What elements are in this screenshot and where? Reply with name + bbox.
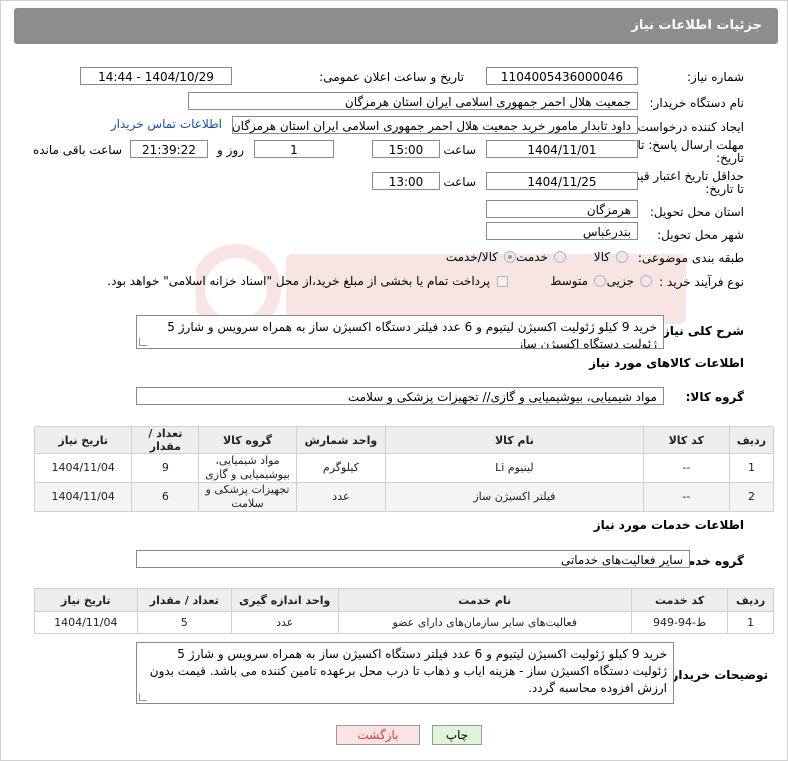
days-remaining-field[interactable]: 1 <box>254 140 334 158</box>
goods-cell: کیلوگرم <box>295 453 387 483</box>
services-col-row: ردیف <box>727 588 774 612</box>
treasury-payment-note: پرداخت تمام یا بخشی از مبلغ خرید،از محل … <box>107 274 490 288</box>
category-option-goods: کالا <box>593 250 610 264</box>
goods-cell: 6 <box>131 482 200 512</box>
treasury-payment-checkbox[interactable] <box>497 276 508 287</box>
goods-group-label: گروه کالا: <box>685 390 744 404</box>
table-row[interactable]: 1 -- لیتیوم Li کیلوگرم مواد شیمیایی، بیو… <box>33 453 775 483</box>
process-radio-minor[interactable] <box>640 275 652 287</box>
page-title: جزئیات اطلاعات نیاز <box>631 18 762 33</box>
category-radio-goods-service[interactable] <box>504 251 516 263</box>
goods-cell: -- <box>642 482 730 512</box>
city-label: شهر محل تحویل: <box>657 228 744 242</box>
description-text: خرید 9 کیلو ژئولیت اکسیژن لیتیوم و 6 عدد… <box>167 320 657 349</box>
category-label: طبقه بندی موضوعی: <box>637 251 744 265</box>
goods-col-date: تاریخ نیاز <box>33 426 133 454</box>
creator-field[interactable]: داود تابدار مامور خرید جمعیت هلال احمر ج… <box>232 116 638 134</box>
services-cell: ط-94-949 <box>630 611 729 634</box>
services-cell: 1 <box>727 611 774 634</box>
buyer-notes-text: خرید 9 کیلو ژئولیت اکسیژن لیتیوم و 6 عدد… <box>149 647 667 695</box>
city-field[interactable]: بندرعباس <box>486 222 638 240</box>
category-option-service: خدمت <box>516 250 548 264</box>
services-col-date: تاریخ نیاز <box>34 588 138 612</box>
goods-section-title: اطلاعات کالاهای مورد نیاز <box>589 356 744 370</box>
buyer-org-label: نام دستگاه خریدار: <box>649 96 745 110</box>
services-col-qty: تعداد / مقدار <box>136 588 232 612</box>
services-table-header: ردیف کد خدمت نام خدمت واحد اندازه گیری ت… <box>34 588 774 612</box>
resize-handle-icon[interactable] <box>139 693 147 701</box>
page-header: جزئیات اطلاعات نیاز <box>14 8 778 44</box>
goods-cell: تجهیزات پزشکی و سلامت <box>198 482 297 512</box>
services-col-unit: واحد اندازه گیری <box>230 588 339 612</box>
services-section-title: اطلاعات خدمات مورد نیاز <box>593 518 744 532</box>
back-button[interactable]: بازگشت <box>336 725 420 745</box>
days-label: روز و <box>217 143 244 157</box>
category-radio-goods[interactable] <box>616 251 628 263</box>
process-option-medium: متوسط <box>550 274 588 288</box>
goods-col-qty: تعداد / مقدار <box>131 426 200 454</box>
description-textarea[interactable]: خرید 9 کیلو ژئولیت اکسیژن لیتیوم و 6 عدد… <box>136 315 664 349</box>
need-number-field[interactable]: 1104005436000046 <box>486 67 638 85</box>
reply-date-field[interactable]: 1404/11/01 <box>486 140 638 158</box>
goods-col-unit: واحد شمارش <box>295 426 387 454</box>
goods-cell: 2 <box>728 482 775 512</box>
category-radio-service[interactable] <box>554 251 566 263</box>
goods-table: ردیف کد کالا نام کالا واحد شمارش گروه کا… <box>33 426 775 512</box>
validity-time-field[interactable]: 13:00 <box>372 172 440 190</box>
services-group-field[interactable]: سایر فعالیت‌های خدماتی <box>136 550 690 568</box>
services-col-code: کد خدمت <box>630 588 729 612</box>
announce-label: تاریخ و ساعت اعلان عمومی: <box>319 70 464 84</box>
goods-col-name: نام کالا <box>385 426 644 454</box>
price-validity-label-2: تا تاریخ: <box>705 182 744 196</box>
announce-field[interactable]: 1404/10/29 - 14:44 <box>80 67 232 85</box>
process-type-label: نوع فرآیند خرید : <box>659 275 744 289</box>
province-label: استان محل تحویل: <box>649 205 744 219</box>
services-cell: 1404/11/04 <box>34 611 138 634</box>
description-label: شرح کلی نیاز: <box>658 324 744 338</box>
process-option-minor: جزیی <box>606 274 634 288</box>
goods-col-code: کد کالا <box>642 426 730 454</box>
need-number-label: شماره نیاز: <box>687 70 744 84</box>
goods-cell: مواد شیمیایی، بیوشیمیایی و گازی <box>198 453 297 483</box>
reply-deadline-label: مهلت ارسال پاسخ: تا <box>637 138 744 152</box>
print-button[interactable]: چاپ <box>432 725 482 745</box>
remaining-time-label: ساعت باقی مانده <box>32 143 122 157</box>
services-cell: عدد <box>230 611 339 634</box>
table-row[interactable]: 2 -- فیلتر اکسیژن ساز عدد تجهیزات پزشکی … <box>33 482 775 512</box>
services-cell: فعالیت‌های سایر سازمان‌های دارای عضو <box>337 611 632 634</box>
goods-cell: عدد <box>295 482 387 512</box>
process-radio-medium[interactable] <box>594 275 606 287</box>
services-col-name: نام خدمت <box>337 588 632 612</box>
services-cell: 5 <box>136 611 232 634</box>
goods-cell: 1404/11/04 <box>33 482 133 512</box>
category-option-goods-service: کالا/خدمت <box>445 250 498 264</box>
creator-label: ایجاد کننده درخواست: <box>633 120 744 134</box>
buyer-notes-textarea[interactable]: خرید 9 کیلو ژئولیت اکسیژن لیتیوم و 6 عدد… <box>136 642 674 704</box>
goods-cell: 1 <box>728 453 775 483</box>
table-row[interactable]: 1 ط-94-949 فعالیت‌های سایر سازمان‌های دا… <box>34 611 774 634</box>
reply-time-label: ساعت <box>443 143 476 157</box>
reply-time-field[interactable]: 15:00 <box>372 140 440 158</box>
goods-cell: لیتیوم Li <box>385 453 644 483</box>
goods-cell: فیلتر اکسیژن ساز <box>385 482 644 512</box>
goods-group-field[interactable]: مواد شیمیایی، بیوشیمیایی و گازی// تجهیزا… <box>136 387 664 405</box>
remaining-time-field[interactable]: 21:39:22 <box>130 140 208 158</box>
buyer-org-field[interactable]: جمعیت هلال احمر جمهوری اسلامی ایران استا… <box>188 92 638 110</box>
goods-cell: -- <box>642 453 730 483</box>
goods-col-row: ردیف <box>728 426 775 454</box>
goods-col-group: گروه کالا <box>198 426 297 454</box>
reply-deadline-label-2: تاریخ: <box>716 151 744 165</box>
buyer-contact-link[interactable]: اطلاعات تماس خریدار <box>111 117 222 131</box>
goods-table-header: ردیف کد کالا نام کالا واحد شمارش گروه کا… <box>33 426 775 454</box>
buyer-notes-label: توضیحات خریدار: <box>666 668 768 682</box>
goods-cell: 9 <box>131 453 200 483</box>
validity-date-field[interactable]: 1404/11/25 <box>486 172 638 190</box>
validity-time-label: ساعت <box>443 175 476 189</box>
goods-cell: 1404/11/04 <box>33 453 133 483</box>
services-table: ردیف کد خدمت نام خدمت واحد اندازه گیری ت… <box>34 588 774 634</box>
resize-handle-icon[interactable] <box>139 338 147 346</box>
province-field[interactable]: هرمزگان <box>486 200 638 218</box>
